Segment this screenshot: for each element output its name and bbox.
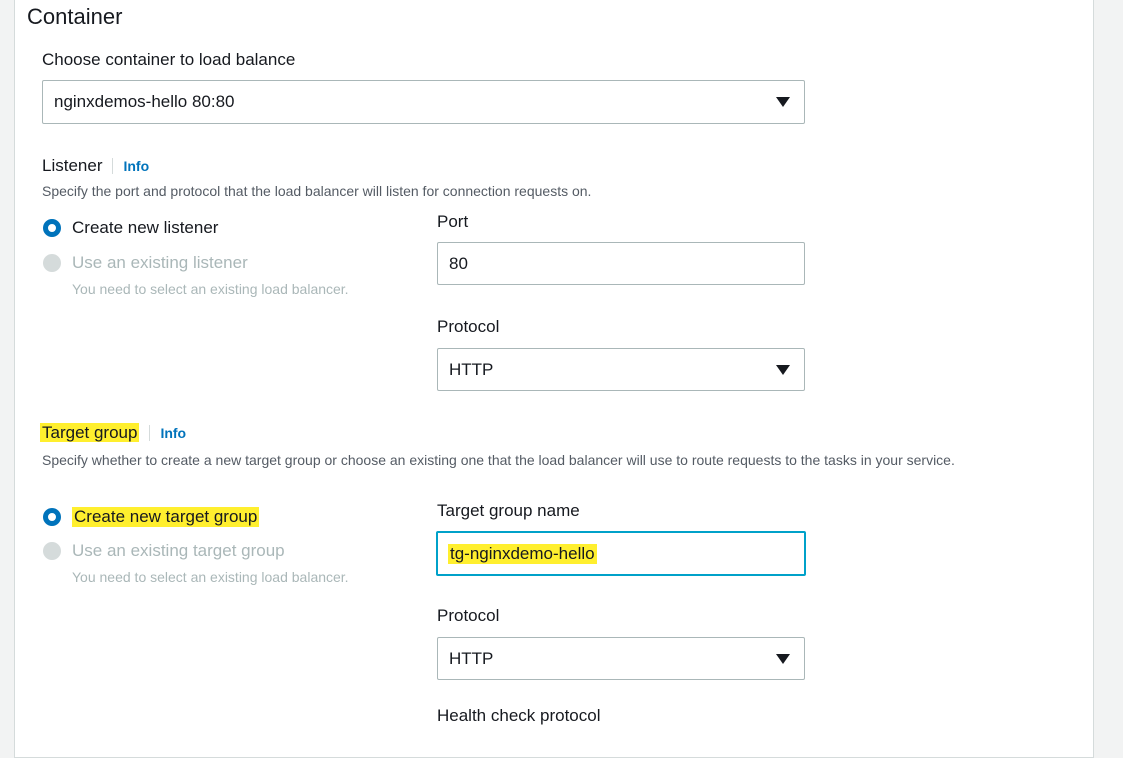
listener-protocol-select[interactable]: HTTP bbox=[437, 348, 805, 391]
radio-selected-icon bbox=[43, 508, 61, 526]
health-check-protocol-label: Health check protocol bbox=[437, 706, 601, 725]
listener-description: Specify the port and protocol that the l… bbox=[42, 183, 592, 199]
caret-down-icon bbox=[776, 97, 790, 107]
target-group-description: Specify whether to create a new target g… bbox=[42, 452, 955, 468]
existing-target-group-hint: You need to select an existing load bala… bbox=[72, 569, 349, 585]
listener-protocol-value: HTTP bbox=[449, 359, 494, 379]
radio-existing-target-group-label: Use an existing target group bbox=[72, 541, 285, 560]
target-group-protocol-label: Protocol bbox=[437, 606, 500, 625]
radio-existing-target-group[interactable]: Use an existing target group bbox=[43, 541, 285, 561]
radio-create-new-target-group-label: Create new target group bbox=[72, 507, 260, 527]
target-group-name-input[interactable]: tg-nginxdemo-hello bbox=[436, 531, 806, 576]
target-group-label-row: Target group Info bbox=[40, 423, 187, 443]
target-group-info-link[interactable]: Info bbox=[149, 425, 187, 441]
target-group-protocol-select[interactable]: HTTP bbox=[437, 637, 805, 680]
choose-container-label: Choose container to load balance bbox=[42, 50, 296, 69]
target-group-name-label: Target group name bbox=[437, 501, 580, 520]
target-group-label: Target group bbox=[40, 423, 140, 442]
port-input[interactable]: 80 bbox=[437, 242, 805, 285]
radio-create-new-listener-label: Create new listener bbox=[72, 218, 219, 237]
listener-label: Listener bbox=[42, 156, 103, 175]
container-select[interactable]: nginxdemos-hello 80:80 bbox=[42, 80, 805, 124]
radio-existing-listener-label: Use an existing listener bbox=[72, 253, 248, 272]
existing-listener-hint: You need to select an existing load bala… bbox=[72, 281, 349, 297]
caret-down-icon bbox=[776, 364, 790, 375]
container-heading: Container bbox=[27, 4, 123, 29]
listener-info-link[interactable]: Info bbox=[112, 158, 150, 174]
container-select-value: nginxdemos-hello 80:80 bbox=[54, 92, 235, 111]
target-group-name-value: tg-nginxdemo-hello bbox=[448, 543, 597, 564]
port-input-value: 80 bbox=[449, 253, 468, 273]
port-label: Port bbox=[437, 212, 469, 231]
radio-disabled-icon bbox=[43, 254, 61, 272]
radio-disabled-icon bbox=[43, 542, 61, 560]
listener-protocol-label: Protocol bbox=[437, 317, 500, 336]
radio-create-new-listener[interactable]: Create new listener bbox=[43, 218, 218, 238]
radio-selected-icon bbox=[43, 219, 61, 237]
caret-down-icon bbox=[776, 653, 790, 664]
radio-existing-listener[interactable]: Use an existing listener bbox=[43, 253, 248, 273]
target-group-protocol-value: HTTP bbox=[449, 648, 494, 668]
radio-create-new-target-group[interactable]: Create new target group bbox=[43, 507, 260, 527]
listener-label-row: Listener Info bbox=[42, 156, 150, 176]
